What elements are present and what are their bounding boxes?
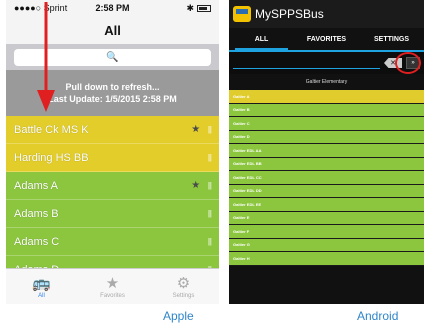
- drag-handle-icon[interactable]: |||: [208, 153, 212, 162]
- drag-handle-icon[interactable]: |||: [208, 237, 212, 246]
- list-item[interactable]: Galtier H: [229, 252, 424, 266]
- bus-icon: 🚌: [32, 274, 51, 292]
- tab-label: Favorites: [100, 292, 125, 299]
- last-update-text: Last Update: 1/5/2015 2:58 PM: [48, 94, 177, 104]
- list-item[interactable]: Galtier EDL CC: [229, 171, 424, 185]
- app-title: MySPPSBus: [255, 7, 324, 21]
- list-item[interactable]: Galtier EDL AA: [229, 144, 424, 158]
- android-phone: MySPPSBus ALL FAVORITES SETTINGS ✕ » Galti…: [229, 0, 424, 304]
- tab-label: Settings: [172, 292, 195, 299]
- route-list: Galtier A Galtier B Galtier C Galtier D Galt…: [229, 90, 424, 266]
- red-circle-annotation: [395, 52, 421, 74]
- list-item[interactable]: Adams C |||: [6, 228, 219, 256]
- drag-handle-icon[interactable]: |||: [208, 209, 212, 218]
- list-item[interactable]: Galtier EDL BB: [229, 157, 424, 171]
- tab-label: All: [38, 292, 45, 299]
- favorite-star-icon[interactable]: ★: [190, 180, 202, 191]
- android-caption: Android: [357, 309, 399, 323]
- red-arrow-annotation: [37, 2, 55, 112]
- list-item[interactable]: Galtier F: [229, 225, 424, 239]
- star-icon: ★: [105, 274, 120, 292]
- status-time: 2:58 PM: [95, 3, 130, 13]
- pull-text: Pull down to refresh...: [65, 82, 160, 92]
- route-name: Adams A: [14, 179, 59, 192]
- app-logo-icon: [233, 6, 251, 22]
- tab-all[interactable]: ALL: [229, 28, 294, 52]
- list-item[interactable]: Galtier B: [229, 103, 424, 117]
- list-item[interactable]: Battle Ck MS K ★ |||: [6, 116, 219, 144]
- gear-icon: ⚙: [176, 274, 191, 292]
- list-item[interactable]: Galtier A: [229, 90, 424, 104]
- list-item[interactable]: Harding HS BB |||: [6, 144, 219, 172]
- search-icon: 🔍: [106, 51, 119, 63]
- list-item[interactable]: Galtier EDL EE: [229, 198, 424, 212]
- route-name: Adams C: [14, 235, 60, 248]
- tab-favorites[interactable]: ★ Favorites: [77, 269, 148, 304]
- route-name: Battle Ck MS K: [14, 123, 89, 136]
- tab-all[interactable]: 🚌 All: [6, 269, 77, 304]
- list-item[interactable]: Adams B |||: [6, 200, 219, 228]
- bluetooth-icon: ✱: [186, 2, 195, 13]
- list-item[interactable]: Galtier D: [229, 130, 424, 144]
- list-item[interactable]: Galtier E: [229, 211, 424, 225]
- section-header: Galtier Elementary: [229, 74, 424, 90]
- battery-area: ✱: [145, 2, 212, 14]
- apple-phone: ●●●●○ Sprint 2:58 PM ✱ All 🔍 Pull down t…: [6, 0, 219, 304]
- route-name: Adams B: [14, 207, 59, 220]
- drag-handle-icon[interactable]: |||: [208, 181, 212, 190]
- route-list: Battle Ck MS K ★ ||| Harding HS BB ||| Adams …: [6, 116, 219, 284]
- list-item[interactable]: Galtier G: [229, 238, 424, 252]
- list-item[interactable]: Galtier EDL DD: [229, 184, 424, 198]
- favorite-star-icon[interactable]: ★: [190, 124, 202, 135]
- list-item[interactable]: Galtier C: [229, 117, 424, 131]
- drag-handle-icon[interactable]: |||: [208, 125, 212, 134]
- tab-settings[interactable]: ⚙ Settings: [148, 269, 219, 304]
- tab-strip: ALL FAVORITES SETTINGS: [229, 28, 424, 52]
- comparison-stage: ●●●●○ Sprint 2:58 PM ✱ All 🔍 Pull down t…: [0, 0, 430, 324]
- search-input[interactable]: [233, 57, 380, 69]
- action-bar: MySPPSBus: [229, 0, 424, 28]
- tab-settings[interactable]: SETTINGS: [359, 28, 424, 50]
- route-name: Harding HS BB: [14, 151, 89, 164]
- list-item[interactable]: Adams A ★ |||: [6, 172, 219, 200]
- tab-bar: 🚌 All ★ Favorites ⚙ Settings: [6, 268, 219, 304]
- tab-favorites[interactable]: FAVORITES: [294, 28, 359, 50]
- battery-icon: [197, 4, 212, 12]
- apple-caption: Apple: [163, 309, 194, 323]
